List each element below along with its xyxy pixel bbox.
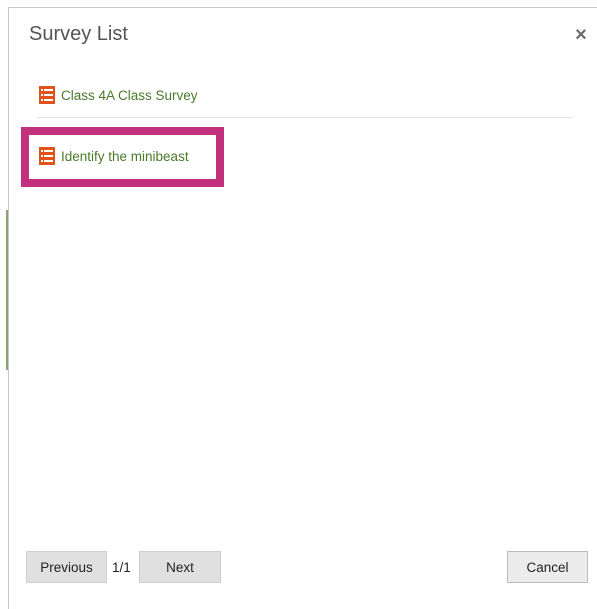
divider <box>37 117 572 118</box>
page-indicator: 1/1 <box>112 560 131 575</box>
next-button[interactable]: Next <box>139 551 221 583</box>
survey-item-label: Class 4A Class Survey <box>61 87 198 103</box>
dialog-title: Survey List <box>29 23 128 45</box>
highlight-box <box>21 127 224 187</box>
previous-button[interactable]: Previous <box>26 551 107 583</box>
close-button[interactable]: × <box>572 25 590 45</box>
survey-list-dialog: Survey List × Class 4A Class Survey Iden… <box>8 7 597 609</box>
survey-item-class-4a[interactable]: Class 4A Class Survey <box>39 86 198 104</box>
cancel-button[interactable]: Cancel <box>507 551 588 583</box>
survey-list-icon <box>39 86 55 104</box>
